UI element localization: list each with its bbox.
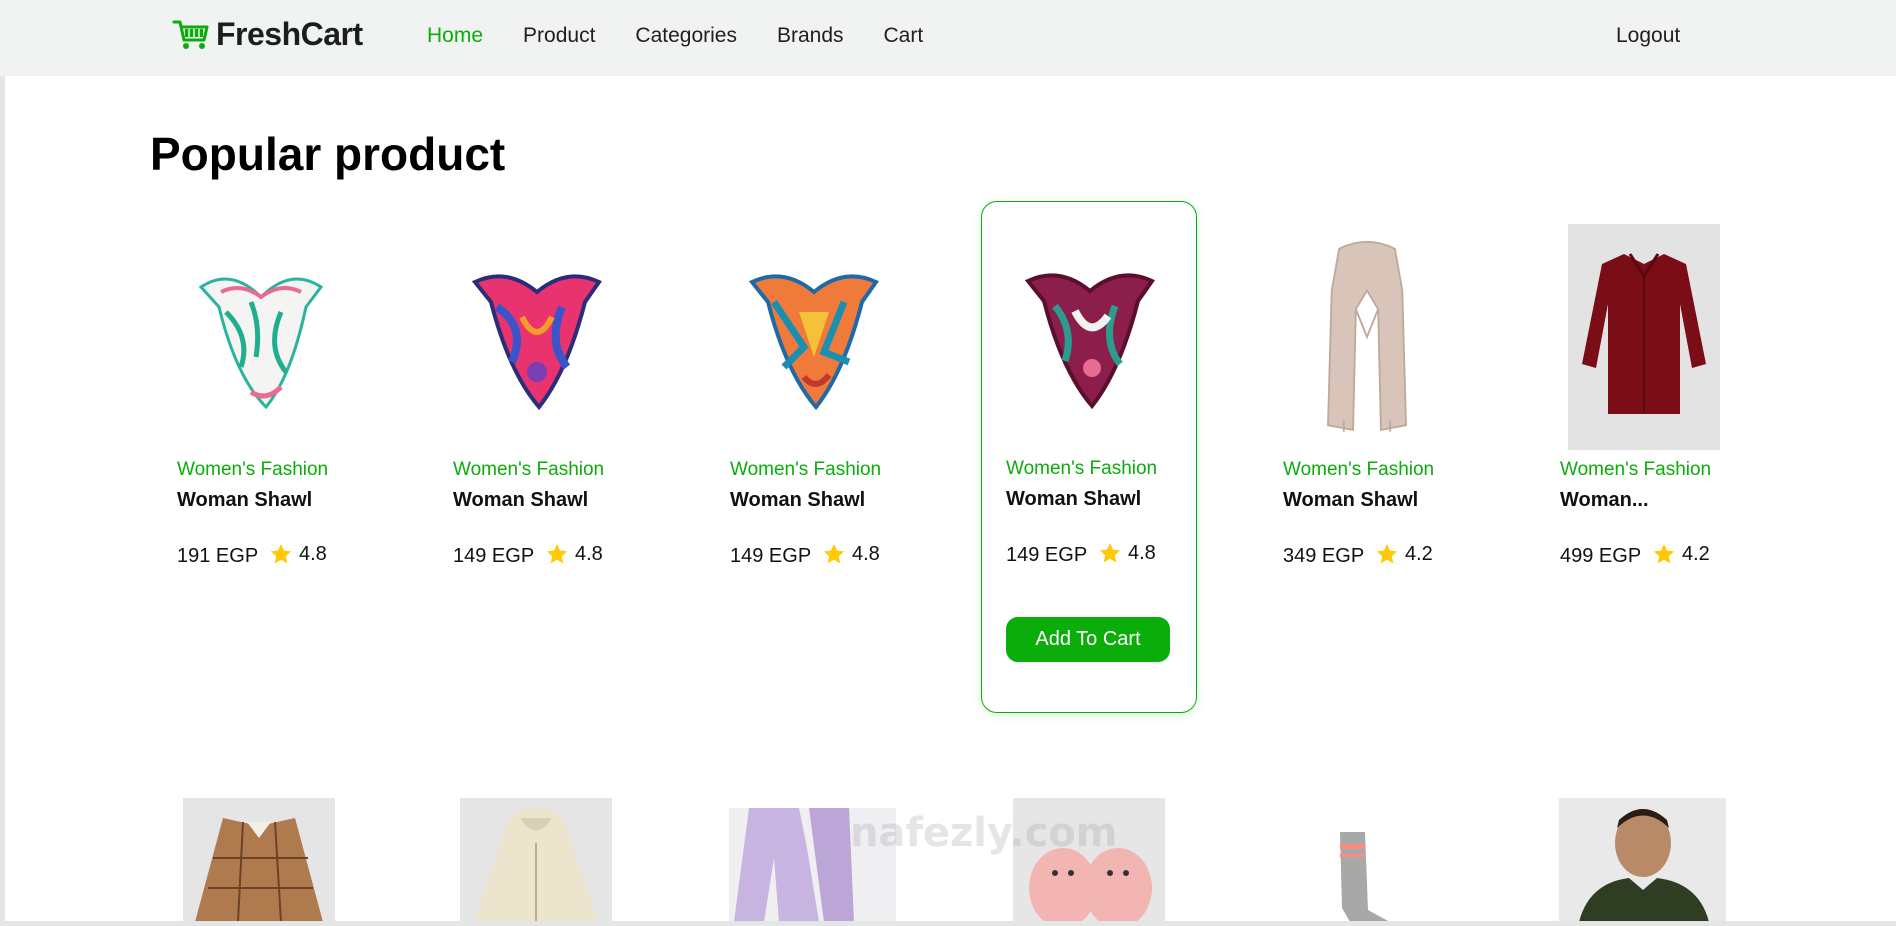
product-name[interactable]: Woman... [1560,489,1649,512]
product-image[interactable] [722,223,906,451]
window-left-edge [0,0,5,926]
rating-value: 4.8 [852,542,880,565]
product-image[interactable] [1275,223,1459,451]
product-image[interactable] [183,798,335,922]
product-image[interactable] [998,222,1182,450]
nav-product[interactable]: Product [523,24,595,48]
window-bottom-edge [0,921,1896,926]
rating-value: 4.8 [575,542,603,565]
product-image[interactable] [169,223,353,451]
cart-logo-icon [172,18,210,52]
product-card[interactable]: Women's Fashion Woman Shawl 149 EGP 4.8 [428,202,644,714]
star-icon [269,542,293,566]
product-category: Women's Fashion [177,459,329,480]
star-icon [1375,542,1399,566]
brand-logo-link[interactable]: FreshCart [172,16,363,53]
product-rating: 4.8 [1098,541,1156,565]
product-price: 149 EGP [453,545,535,567]
product-card[interactable]: Women's Fashion Woman... 499 EGP 4.2 [1535,202,1751,714]
product-image[interactable] [460,798,612,922]
rating-value: 4.8 [1128,541,1156,564]
product-rating: 4.8 [545,542,603,566]
product-card[interactable]: Women's Fashion Woman Shawl 191 EGP 4.8 [152,202,368,714]
star-icon [1652,542,1676,566]
product-category: Women's Fashion [730,459,882,480]
nav-brands[interactable]: Brands [777,24,844,48]
product-price: 149 EGP [730,545,812,567]
product-price: 149 EGP [1006,544,1088,566]
page-title: Popular product [150,128,506,180]
product-card[interactable]: Women's Fashion Woman Shawl 149 EGP 4.8 [705,202,921,714]
nav-cart[interactable]: Cart [884,24,924,48]
star-icon [545,542,569,566]
product-category: Women's Fashion [1283,459,1435,480]
star-icon [822,542,846,566]
product-rating: 4.8 [822,542,880,566]
brand-name: FreshCart [216,16,363,52]
product-name[interactable]: Woman Shawl [1006,488,1141,511]
rating-value: 4.8 [299,542,327,565]
product-name[interactable]: Woman Shawl [453,489,588,512]
product-price: 349 EGP [1283,545,1365,567]
watermark-text: nafezly.com [850,810,1118,856]
product-category: Women's Fashion [453,459,605,480]
product-rating: 4.2 [1375,542,1433,566]
nav-categories[interactable]: Categories [635,24,737,48]
product-image[interactable] [1559,798,1726,922]
rating-value: 4.2 [1682,542,1710,565]
product-category: Women's Fashion [1560,459,1712,480]
nav-home[interactable]: Home [427,24,483,48]
product-rating: 4.8 [269,542,327,566]
rating-value: 4.2 [1405,542,1433,565]
product-price: 191 EGP [177,545,259,567]
product-name[interactable]: Woman Shawl [177,489,312,512]
product-card[interactable]: Women's Fashion Woman Shawl 149 EGP 4.8 … [981,201,1197,713]
product-category: Women's Fashion [1006,458,1158,479]
star-icon [1098,541,1122,565]
main-nav: Home Product Categories Brands Cart [427,24,923,48]
product-price: 499 EGP [1560,545,1642,567]
logout-link[interactable]: Logout [1616,24,1680,48]
product-rating: 4.2 [1652,542,1710,566]
product-name[interactable]: Woman Shawl [730,489,865,512]
product-image[interactable] [1552,223,1736,451]
navbar: FreshCart Home Product Categories Brands… [0,0,1896,76]
product-card[interactable]: Women's Fashion Woman Shawl 349 EGP 4.2 [1258,202,1474,714]
product-image[interactable] [445,223,629,451]
product-name[interactable]: Woman Shawl [1283,489,1418,512]
add-to-cart-button[interactable]: Add To Cart [1006,617,1170,662]
product-image[interactable] [1310,830,1410,922]
